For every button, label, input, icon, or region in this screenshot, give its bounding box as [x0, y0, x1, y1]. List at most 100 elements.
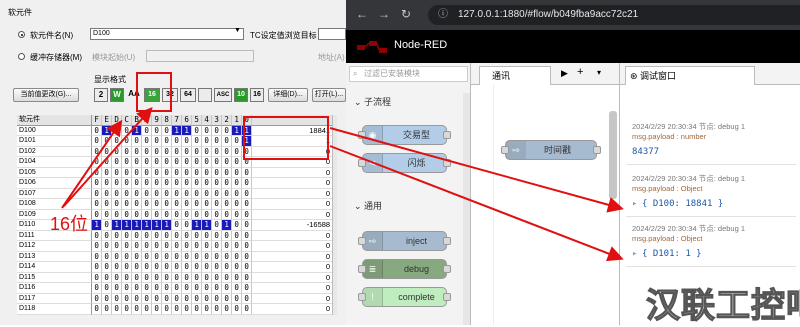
bit-cell[interactable]: 0: [242, 293, 253, 304]
bit-cell[interactable]: 0: [92, 199, 103, 210]
bit-cell[interactable]: 0: [212, 167, 223, 178]
bit-cell[interactable]: 0: [92, 188, 103, 199]
bit-cell[interactable]: 1: [192, 220, 203, 231]
table-row[interactable]: D106 0 0 0 0 0 0 0 0 0 0 0 0 0 0 0 0 0: [17, 178, 337, 189]
bit-cell[interactable]: 0: [142, 283, 153, 294]
bit-cell[interactable]: 0: [182, 178, 193, 189]
bit-cell[interactable]: 0: [112, 157, 123, 168]
bit-cell[interactable]: 1: [102, 125, 113, 136]
timestamp-node-port[interactable]: [501, 146, 509, 154]
bit-cell[interactable]: 0: [222, 262, 233, 273]
bit-cell[interactable]: 0: [102, 283, 113, 294]
bit-cell[interactable]: 0: [142, 262, 153, 273]
bit-cell[interactable]: 0: [132, 262, 143, 273]
bit-cell[interactable]: 0: [152, 188, 163, 199]
value-cell[interactable]: 0: [252, 262, 333, 273]
bit-cell[interactable]: 0: [142, 157, 153, 168]
bit-cell[interactable]: 0: [152, 283, 163, 294]
bit-cell[interactable]: 0: [232, 262, 243, 273]
bit-cell[interactable]: 0: [232, 293, 243, 304]
bit-cell[interactable]: 0: [102, 262, 113, 273]
bit-cell[interactable]: 0: [92, 293, 103, 304]
bit-cell[interactable]: 1: [132, 220, 143, 231]
bit-cell[interactable]: 0: [122, 125, 133, 136]
bit-cell[interactable]: 0: [102, 304, 113, 315]
bit-cell[interactable]: 0: [92, 136, 103, 147]
forward-icon[interactable]: →: [378, 7, 390, 21]
bit-cell[interactable]: 0: [152, 230, 163, 241]
bit-cell[interactable]: 1: [172, 125, 183, 136]
bit-cell[interactable]: 0: [172, 157, 183, 168]
bit-cell[interactable]: 0: [222, 283, 233, 294]
bit-cell[interactable]: 1: [92, 220, 103, 231]
bit-cell[interactable]: 0: [152, 262, 163, 273]
palette-node-debug[interactable]: ≣ debug: [362, 259, 447, 279]
bit-cell[interactable]: 0: [222, 125, 233, 136]
bit-cell[interactable]: 0: [172, 209, 183, 220]
bit-cell[interactable]: 0: [142, 209, 153, 220]
bit-cell[interactable]: 0: [162, 272, 173, 283]
bit-cell[interactable]: 0: [192, 157, 203, 168]
bit-cell[interactable]: 0: [142, 293, 153, 304]
table-row[interactable]: D107 0 0 0 0 0 0 0 0 0 0 0 0 0 0 0 0 0: [17, 188, 337, 199]
value-cell[interactable]: 0: [252, 241, 333, 252]
bit-cell[interactable]: 0: [162, 262, 173, 273]
expand-icon[interactable]: ▸: [632, 249, 637, 259]
bit-cell[interactable]: 0: [232, 209, 243, 220]
bit-cell[interactable]: 0: [162, 241, 173, 252]
bit-cell[interactable]: 0: [242, 241, 253, 252]
bit-cell[interactable]: 0: [202, 230, 213, 241]
bit-cell[interactable]: 1: [232, 125, 243, 136]
bit-cell[interactable]: 0: [232, 304, 243, 315]
palette-node-闪烁[interactable]: ⋖ 闪烁: [362, 153, 447, 173]
bit-cell[interactable]: 0: [112, 125, 123, 136]
bit-cell[interactable]: 0: [92, 241, 103, 252]
bit-cell[interactable]: 0: [212, 272, 223, 283]
bit-cell[interactable]: 0: [222, 188, 233, 199]
bit-cell[interactable]: 0: [162, 199, 173, 210]
bit-cell[interactable]: 0: [162, 251, 173, 262]
bit-cell[interactable]: 0: [222, 304, 233, 315]
bit-cell[interactable]: 0: [222, 293, 233, 304]
bit-cell[interactable]: 0: [182, 220, 193, 231]
bit-cell[interactable]: 0: [152, 251, 163, 262]
bit-cell[interactable]: 0: [202, 293, 213, 304]
bit-cell[interactable]: 0: [112, 146, 123, 157]
bit-cell[interactable]: 0: [192, 241, 203, 252]
bit-cell[interactable]: 0: [192, 304, 203, 315]
value-cell[interactable]: 0: [252, 230, 333, 241]
bit-cell[interactable]: 0: [182, 251, 193, 262]
workspace-scrollbar[interactable]: [609, 111, 617, 199]
bit-cell[interactable]: 0: [242, 251, 253, 262]
bit-cell[interactable]: 0: [172, 220, 183, 231]
bit-cell[interactable]: 0: [152, 304, 163, 315]
bit-cell[interactable]: 0: [182, 167, 193, 178]
bit-cell[interactable]: 0: [242, 230, 253, 241]
bit-cell[interactable]: 0: [92, 178, 103, 189]
table-row[interactable]: D112 0 0 0 0 0 0 0 0 0 0 0 0 0 0 0 0 0: [17, 241, 337, 252]
bit-cell[interactable]: 0: [202, 188, 213, 199]
bit-cell[interactable]: 0: [172, 272, 183, 283]
bit-cell[interactable]: 0: [142, 251, 153, 262]
debug-message-value[interactable]: { D100: 18841 }: [642, 199, 723, 209]
bit-cell[interactable]: 0: [222, 178, 233, 189]
bit-cell[interactable]: 0: [122, 136, 133, 147]
bit-cell[interactable]: 0: [172, 136, 183, 147]
bit-format-button[interactable]: 2: [94, 88, 108, 102]
bit-cell[interactable]: 0: [122, 199, 133, 210]
bit-cell[interactable]: 1: [152, 220, 163, 231]
bit-cell[interactable]: 0: [162, 125, 173, 136]
bit-cell[interactable]: 0: [102, 209, 113, 220]
bit-cell[interactable]: 0: [242, 220, 253, 231]
bit-cell[interactable]: 0: [192, 188, 203, 199]
bit-cell[interactable]: 0: [112, 230, 123, 241]
bit-cell[interactable]: 0: [222, 241, 233, 252]
bit-cell[interactable]: 0: [92, 304, 103, 315]
bit-cell[interactable]: 0: [212, 178, 223, 189]
palette-filter-input[interactable]: ⌕ 过滤已安装模块: [349, 66, 468, 82]
value-cell[interactable]: 0: [252, 283, 333, 294]
table-row[interactable]: D113 0 0 0 0 0 0 0 0 0 0 0 0 0 0 0 0 0: [17, 251, 337, 262]
bit-cell[interactable]: 0: [152, 136, 163, 147]
bit-cell[interactable]: 0: [242, 283, 253, 294]
bit-cell[interactable]: 0: [112, 272, 123, 283]
